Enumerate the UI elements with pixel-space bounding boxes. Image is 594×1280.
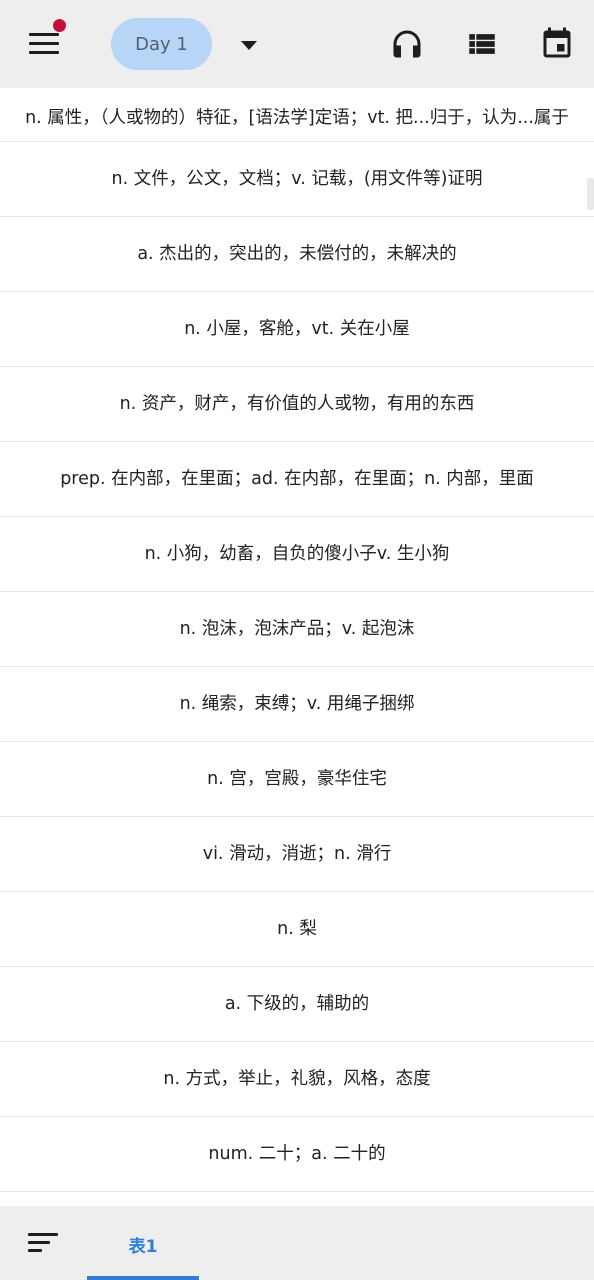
list-item[interactable]: n. 泡沫，泡沫产品；v. 起泡沫: [0, 592, 594, 667]
list-item[interactable]: num. 二十；a. 二十的: [0, 1117, 594, 1192]
definition-text: num. 二十；a. 二十的: [208, 1144, 386, 1164]
list-item[interactable]: n. 梨: [0, 892, 594, 967]
scrollbar-thumb[interactable]: [587, 178, 594, 210]
tab-table-1[interactable]: 表1: [87, 1206, 199, 1280]
list-item[interactable]: vi. 滑动，消逝；n. 滑行: [0, 817, 594, 892]
definition-text: n. 小狗，幼畜，自负的傻小子v. 生小狗: [144, 544, 450, 564]
day-selector-button[interactable]: Day 1: [111, 18, 212, 70]
definition-text: a. 下级的，辅助的: [224, 994, 370, 1014]
bottom-bar: 表1: [0, 1206, 594, 1280]
list-item[interactable]: a. 下级的，辅助的: [0, 967, 594, 1042]
top-app-bar: Day 1: [0, 0, 594, 88]
list-item[interactable]: n. 文件，公文，文档；v. 记载，(用文件等)证明: [0, 142, 594, 217]
definition-text: n. 文件，公文，文档；v. 记载，(用文件等)证明: [111, 169, 483, 189]
definition-text: prep. 在内部，在里面；ad. 在内部，在里面；n. 内部，里面: [60, 469, 534, 489]
dropdown-arrow-icon[interactable]: [238, 38, 260, 52]
headphones-icon[interactable]: [385, 22, 429, 66]
definition-text: a. 杰出的，突出的，未偿付的，未解决的: [137, 244, 457, 264]
list-item[interactable]: prep. 在内部，在里面；ad. 在内部，在里面；n. 内部，里面: [0, 442, 594, 517]
list-item[interactable]: n. 资产，财产，有价值的人或物，有用的东西: [0, 367, 594, 442]
list-item[interactable]: a. 杰出的，突出的，未偿付的，未解决的: [0, 217, 594, 292]
list-item[interactable]: n. 绳索，束缚；v. 用绳子捆绑: [0, 667, 594, 742]
list-view-icon[interactable]: [460, 22, 504, 66]
definition-text: n. 资产，财产，有价值的人或物，有用的东西: [119, 394, 475, 414]
tab-indicator: [87, 1276, 199, 1280]
list-item[interactable]: n. 小屋，客舱，vt. 关在小屋: [0, 292, 594, 367]
day-label: Day 1: [135, 33, 188, 55]
definition-text: n. 小屋，客舱，vt. 关在小屋: [184, 319, 410, 339]
list-item[interactable]: n. 宫，宫殿，豪华住宅: [0, 742, 594, 817]
definition-text: n. 方式，举止，礼貌，风格，态度: [163, 1069, 431, 1089]
calendar-icon[interactable]: [535, 22, 579, 66]
definition-text: n. 属性，（人或物的）特征，[语法学]定语；vt. 把...归于，认为...属…: [25, 108, 569, 128]
definition-text: n. 宫，宫殿，豪华住宅: [207, 769, 387, 789]
notification-dot: [53, 19, 66, 32]
definition-text: vi. 滑动，消逝；n. 滑行: [202, 844, 392, 864]
list-item[interactable]: n. 方式，举止，礼貌，风格，态度: [0, 1042, 594, 1117]
list-item[interactable]: n. 小狗，幼畜，自负的傻小子v. 生小狗: [0, 517, 594, 592]
tab-label: 表1: [128, 1237, 158, 1257]
definition-list: n. 属性，（人或物的）特征，[语法学]定语；vt. 把...归于，认为...属…: [0, 66, 594, 1206]
definition-text: n. 绳索，束缚；v. 用绳子捆绑: [179, 694, 415, 714]
sort-icon[interactable]: [20, 1222, 66, 1262]
definition-text: n. 梨: [277, 919, 317, 939]
definition-text: n. 泡沫，泡沫产品；v. 起泡沫: [179, 619, 415, 639]
